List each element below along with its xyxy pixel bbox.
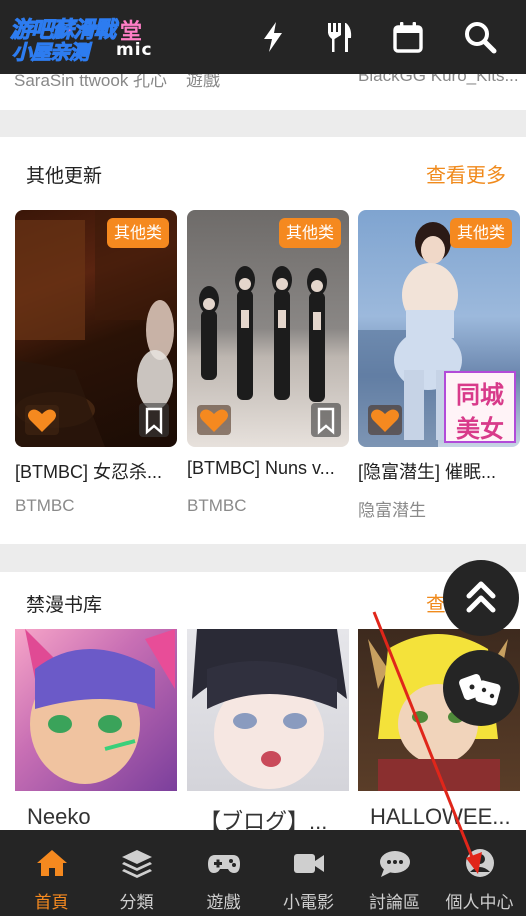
- search-icon[interactable]: [463, 20, 497, 54]
- category-badge: 其他类: [106, 218, 169, 248]
- gamepad-icon: [207, 855, 240, 873]
- heart-icon[interactable]: [25, 405, 59, 435]
- heart-icon[interactable]: [197, 405, 231, 435]
- section-title: 其他更新: [26, 165, 103, 187]
- see-more-link[interactable]: 查看更多: [426, 159, 506, 188]
- bookmark-icon[interactable]: [139, 403, 169, 437]
- lightning-icon[interactable]: [256, 20, 290, 54]
- video-icon: [293, 854, 324, 873]
- comic-title[interactable]: HALLOWEE...: [370, 804, 520, 830]
- layers-icon: [121, 850, 152, 878]
- nav-item-forum[interactable]: 討論區: [351, 830, 438, 916]
- top-header: 游吧蘇滑戰 堂 小屋亲测 mic: [0, 0, 526, 74]
- card-thumbnail[interactable]: 其他类 同城 美女: [358, 210, 520, 447]
- section-title: 禁漫书库: [26, 594, 103, 616]
- scroll-to-top-button[interactable]: [443, 560, 519, 636]
- bottom-navigation: 首頁 分類 遊戲 小電影 討論區 個人中心: [0, 830, 526, 916]
- nav-label: 討論區: [369, 893, 420, 913]
- card-author[interactable]: BTMBC: [187, 496, 247, 516]
- dice-icon: [459, 674, 501, 706]
- section-other-updates: 其他更新 查看更多 其他类 [BTMBC] 女忍杀... BTMBC 其他类 […: [0, 137, 526, 544]
- user-icon: [465, 849, 494, 877]
- comic-cover[interactable]: [15, 629, 177, 791]
- ad-text-bottom: 美女: [456, 415, 504, 443]
- nav-label: 個人中心: [445, 893, 514, 913]
- nav-item-games[interactable]: 遊戲: [180, 830, 267, 916]
- nav-label: 小電影: [283, 893, 334, 913]
- card-author[interactable]: 隐富潜生: [358, 496, 426, 521]
- ad-overlay[interactable]: 同城 美女: [444, 371, 516, 443]
- previous-row-strip: SaraSin ttwook 孔心 遊戲 BlackGG Kuro_Kits..…: [0, 66, 526, 110]
- card-author[interactable]: BTMBC: [15, 496, 75, 516]
- logo-text-line4: mic: [116, 40, 153, 60]
- comic-cover-art: [192, 629, 347, 789]
- card-thumbnail[interactable]: 其他类: [187, 210, 349, 447]
- card-title[interactable]: [BTMBC] 女忍杀...: [15, 458, 177, 484]
- app-page: 游吧蘇滑戰 堂 小屋亲测 mic SaraSin ttwook 孔心 遊戲 Bl…: [0, 0, 526, 916]
- comic-cover-art: [25, 629, 175, 784]
- calendar-icon[interactable]: [391, 20, 425, 54]
- chat-icon: [379, 851, 410, 877]
- ad-text-top: 同城: [456, 381, 504, 409]
- nav-item-profile[interactable]: 個人中心: [436, 830, 523, 916]
- nav-label: 遊戲: [206, 893, 241, 913]
- comic-cover[interactable]: [187, 629, 349, 791]
- site-logo[interactable]: 游吧蘇滑戰 堂 小屋亲测 mic: [9, 10, 162, 65]
- utensils-icon[interactable]: [322, 20, 356, 54]
- nav-item-categories[interactable]: 分類: [93, 830, 180, 916]
- category-badge: 其他类: [449, 218, 512, 248]
- nav-item-videos[interactable]: 小電影: [265, 830, 352, 916]
- comic-title[interactable]: Neeko: [27, 804, 177, 830]
- random-button[interactable]: [443, 650, 519, 726]
- heart-icon[interactable]: [368, 405, 402, 435]
- bookmark-icon[interactable]: [311, 403, 341, 437]
- double-chevron-up-icon: [466, 581, 496, 613]
- card-title[interactable]: [隐富潜生] 催眠...: [358, 458, 520, 484]
- category-badge: 其他类: [278, 218, 341, 248]
- card-title[interactable]: [BTMBC] Nuns v...: [187, 458, 349, 479]
- nav-item-home[interactable]: 首頁: [8, 830, 95, 916]
- logo-text-line3: 小屋亲测: [12, 40, 90, 65]
- nav-label: 分類: [119, 893, 154, 913]
- nav-label: 首頁: [34, 893, 69, 913]
- home-icon: [36, 850, 67, 876]
- card-thumbnail[interactable]: 其他类: [15, 210, 177, 447]
